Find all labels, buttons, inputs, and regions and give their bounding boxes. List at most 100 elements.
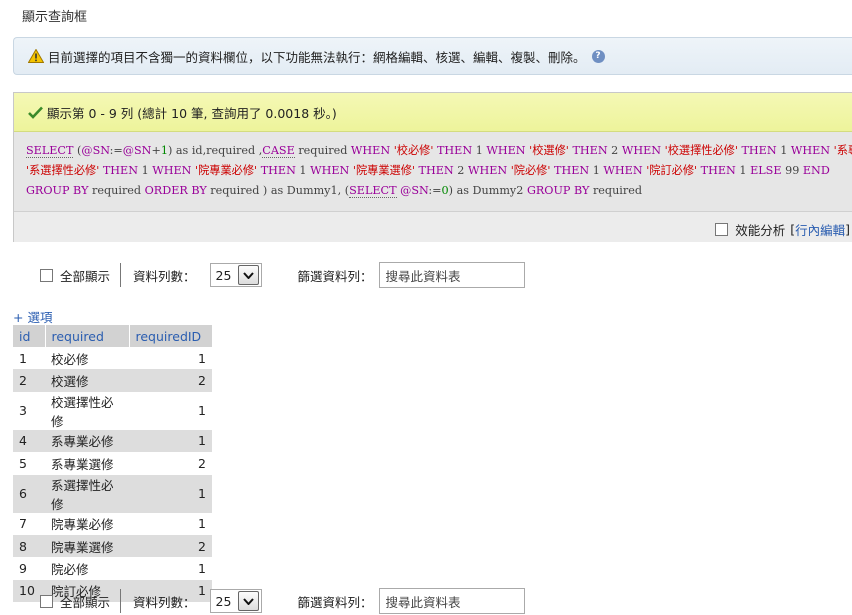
profiling-bar: 效能分析 [ 行內編輯 ] [14, 211, 852, 242]
sql-token[interactable]: CASE [262, 144, 295, 158]
help-icon[interactable]: ? [591, 49, 605, 63]
sql-token: ) as Dummy2 [448, 184, 527, 197]
filter-label: 篩選資料列： [297, 594, 373, 610]
sql-token: '系專業必修' [833, 144, 852, 157]
divider [120, 263, 122, 287]
sql-token: 1 [295, 164, 311, 177]
cell-required: 系專業選修 [45, 452, 129, 475]
navigation-bottom: 全部顯示 資料列數： 25 篩選資料列： 搜尋此資料表 [40, 587, 525, 615]
inline-edit-link[interactable]: 行內編輯 [795, 220, 845, 239]
sql-token: THEN [102, 164, 139, 177]
chevron-down-icon[interactable] [237, 591, 259, 611]
result-panel: 顯示第 0 - 9 列 (總計 10 筆, 查詢用了 0.0018 秒。) SE… [13, 92, 852, 242]
sql-token: 2 [453, 164, 468, 177]
cell-requiredid: 1 [129, 557, 212, 580]
table-row[interactable]: 2 校選修 2 [13, 369, 212, 392]
filter-input[interactable]: 搜尋此資料表 [378, 588, 525, 614]
sql-token: '院訂必修' [642, 164, 701, 177]
profiling-label: 效能分析 [735, 223, 786, 238]
warning-icon [28, 49, 44, 63]
sql-token[interactable]: SELECT [26, 144, 74, 158]
filter-input[interactable]: 搜尋此資料表 [378, 262, 525, 288]
table-row[interactable]: 7 院專業必修 1 [13, 512, 212, 535]
sql-token: THEN [572, 144, 608, 157]
show-all-label: 全部顯示 [60, 268, 111, 284]
rows-select[interactable]: 25 [209, 263, 262, 287]
cell-id: 3 [13, 391, 45, 430]
rows-select[interactable]: 25 [209, 589, 262, 613]
chevron-down-icon[interactable] [237, 265, 259, 285]
cell-required: 院必修 [45, 557, 129, 580]
sql-query: SELECT (@SN:=@SN+1) as id,required ,CASE… [26, 141, 852, 201]
sql-token: '院專業必修' [191, 164, 261, 177]
cell-requiredid: 2 [129, 369, 212, 392]
cell-required: 系選擇性必修 [45, 474, 129, 513]
options-link[interactable]: + 選項 [13, 307, 52, 326]
cell-required: 系專業必修 [45, 429, 129, 453]
sql-token: '院專業選修' [349, 164, 419, 177]
sql-token: ORDER BY [144, 184, 207, 197]
table-row[interactable]: 1 校必修 1 [13, 347, 212, 370]
sql-token: WHEN [621, 144, 662, 157]
sql-token: THEN [436, 144, 473, 157]
table-row[interactable]: 4 系專業必修 1 [13, 429, 212, 453]
table-row[interactable]: 9 院必修 1 [13, 557, 212, 580]
sql-token: WHEN [486, 144, 526, 157]
cell-id: 6 [13, 474, 45, 513]
sql-line-3: GROUP BY required ORDER BY required ) as… [26, 181, 852, 201]
table-row[interactable]: 8 院專業選修 2 [13, 534, 212, 558]
column-header-requiredid[interactable]: requiredID [129, 325, 213, 347]
check-icon [28, 106, 43, 119]
show-all-label: 全部顯示 [60, 594, 111, 610]
table-row[interactable]: 5 系專業選修 2 [13, 452, 212, 475]
sql-token: @SN [400, 184, 429, 197]
show-all-checkbox[interactable] [40, 594, 53, 608]
table-row[interactable]: 3 校選擇性必修 1 [13, 391, 212, 430]
inline-edit-close-bracket: ] [845, 222, 850, 237]
sql-token: 1 [776, 144, 791, 157]
column-header-id[interactable]: id [13, 325, 46, 347]
navigation-top: 全部顯示 資料列數： 25 篩選資料列： 搜尋此資料表 [40, 261, 525, 289]
sql-token: WHEN [790, 144, 831, 157]
sql-token: '系選擇性必修' [26, 164, 103, 177]
column-header-required[interactable]: required [45, 325, 130, 347]
sql-token: ) as id,required , [167, 144, 263, 157]
sql-token: 1 [472, 144, 487, 157]
sql-token: required ) as Dummy1, ( [206, 184, 350, 197]
cell-requiredid: 2 [129, 534, 212, 558]
sql-token: THEN [554, 164, 590, 177]
sql-token: 0 [441, 184, 449, 197]
sql-token: WHEN [467, 164, 508, 177]
cell-id: 5 [13, 452, 45, 475]
sql-token: WHEN [350, 144, 391, 157]
rows-label: 資料列數： [133, 268, 196, 284]
sql-line-1: SELECT (@SN:=@SN+1) as id,required ,CASE… [26, 141, 852, 161]
sql-token: WHEN [310, 164, 350, 177]
notice-bar: 目前選擇的項目不含獨一的資料欄位，以下功能無法執行：網格編輯、核選、編輯、複製、… [13, 37, 852, 75]
show-query-box-link[interactable]: 顯示查詢框 [22, 6, 87, 25]
cell-required: 校必修 [45, 347, 129, 370]
sql-token[interactable]: SELECT [349, 184, 397, 198]
sql-token: ELSE [750, 164, 782, 177]
cell-id: 2 [13, 369, 45, 392]
results-table: id required requiredID 1 校必修 1 2 校選修 2 3 校選擇性必修… [13, 325, 213, 603]
cell-id: 9 [13, 557, 45, 580]
cell-requiredid: 1 [129, 512, 212, 535]
sql-token: THEN [700, 164, 736, 177]
show-all-checkbox[interactable] [40, 268, 53, 282]
sql-token: 2 [607, 144, 622, 157]
sql-token: '院必修' [507, 164, 554, 177]
sql-token: + [151, 144, 161, 157]
filter-label: 篩選資料列： [297, 268, 373, 284]
cell-id: 4 [13, 429, 45, 453]
sql-token: 99 [781, 164, 803, 177]
sql-token: '校選修' [525, 144, 573, 157]
profiling-checkbox[interactable] [715, 223, 729, 236]
sql-line-2: '系選擇性必修' THEN 1 WHEN '院專業必修' THEN 1 WHEN… [26, 161, 852, 181]
success-text: 顯示第 0 - 9 列 (總計 10 筆, 查詢用了 0.0018 秒。) [47, 105, 337, 121]
table-row[interactable]: 6 系選擇性必修 1 [13, 474, 212, 513]
sql-token: := [109, 144, 123, 157]
cell-id: 1 [13, 347, 45, 370]
cell-required: 校選擇性必修 [45, 391, 129, 430]
cell-required: 校選修 [45, 369, 129, 392]
